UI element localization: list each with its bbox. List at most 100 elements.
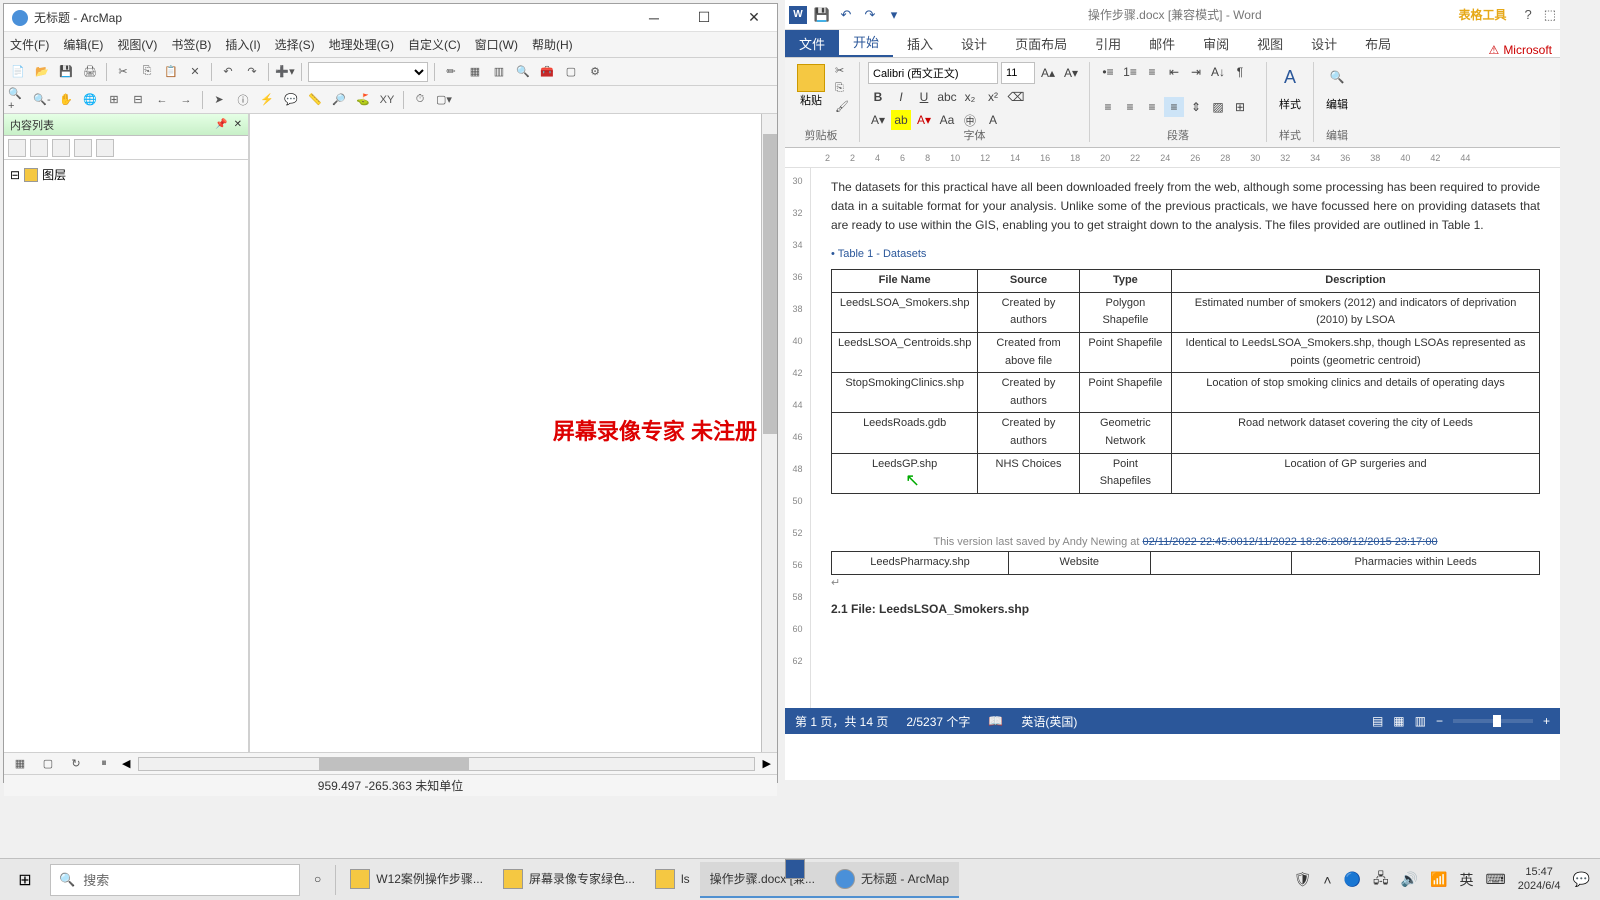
- bullets-icon[interactable]: •≡: [1098, 62, 1118, 82]
- numbering-icon[interactable]: 1≡: [1120, 62, 1140, 82]
- font-name-combo[interactable]: [868, 62, 998, 84]
- identify-icon[interactable]: ⓘ: [233, 90, 253, 110]
- maximize-button[interactable]: ☐: [689, 7, 719, 29]
- taskbar-clock[interactable]: 15:47 2024/6/4: [1518, 866, 1561, 892]
- close-button[interactable]: ✕: [739, 7, 769, 29]
- goto-xy-icon[interactable]: XY: [377, 90, 397, 110]
- qat-undo-icon[interactable]: ↶: [837, 6, 855, 24]
- select-icon[interactable]: ➤: [209, 90, 229, 110]
- taskbar-search[interactable]: 🔍 搜索: [50, 864, 300, 896]
- toc-close-icon[interactable]: ✕: [234, 119, 242, 130]
- table-row[interactable]: LeedsLSOA_Centroids.shpCreated from abov…: [832, 332, 1540, 372]
- status-page[interactable]: 第 1 页，共 14 页: [795, 713, 888, 730]
- hyperlink-icon[interactable]: ⚡: [257, 90, 277, 110]
- find-icon[interactable]: 🔎: [329, 90, 349, 110]
- tray-bluetooth-icon[interactable]: 🔵: [1344, 871, 1361, 888]
- refresh-icon[interactable]: ↻: [66, 754, 86, 774]
- expand-icon[interactable]: ⊟: [10, 168, 20, 182]
- datasets-table-2[interactable]: LeedsPharmacy.shp Website Pharmacies wit…: [831, 551, 1540, 575]
- fixed-zoom-out-icon[interactable]: ⊟: [128, 90, 148, 110]
- font-size-combo[interactable]: [1001, 62, 1035, 84]
- menu-geoprocessing[interactable]: 地理处理(G): [329, 36, 394, 53]
- document-page[interactable]: The datasets for this practical have all…: [811, 168, 1560, 708]
- paragraph-intro[interactable]: The datasets for this practical have all…: [831, 178, 1540, 236]
- map-canvas[interactable]: 屏幕录像专家 未注册: [249, 114, 777, 752]
- tray-network-icon[interactable]: 🖧: [1373, 868, 1389, 892]
- tab-mailings[interactable]: 邮件: [1135, 30, 1189, 57]
- subscript-button[interactable]: x₂: [960, 87, 980, 107]
- line-spacing-icon[interactable]: ⇕: [1186, 97, 1206, 117]
- tab-table-design[interactable]: 设计: [1297, 30, 1351, 57]
- tray-up-icon[interactable]: ˄: [1323, 872, 1331, 888]
- datasets-table[interactable]: File NameSourceTypeDescription LeedsLSOA…: [831, 269, 1540, 494]
- status-proofing-icon[interactable]: 📖: [988, 714, 1003, 728]
- table-header[interactable]: File Name: [832, 270, 978, 293]
- table-cell[interactable]: Point Shapefiles: [1079, 453, 1171, 493]
- table-header[interactable]: Description: [1172, 270, 1540, 293]
- clear-format-button[interactable]: ⌫: [1006, 87, 1026, 107]
- toc-pin-icon[interactable]: 📌: [215, 119, 227, 130]
- taskbar-task[interactable]: ls: [645, 862, 700, 898]
- taskbar-task[interactable]: W12案例操作步骤...: [340, 862, 493, 898]
- cut-icon[interactable]: ✂: [835, 64, 851, 78]
- cell-type[interactable]: [1150, 552, 1292, 575]
- minimize-button[interactable]: ─: [639, 7, 669, 29]
- zoom-out-button[interactable]: −: [1436, 714, 1443, 728]
- map-vertical-scrollbar[interactable]: [761, 114, 777, 752]
- status-word-count[interactable]: 2/5237 个字: [906, 713, 970, 730]
- tab-view[interactable]: 视图: [1243, 30, 1297, 57]
- show-marks-icon[interactable]: ¶: [1230, 62, 1250, 82]
- add-data-icon[interactable]: ➕▾: [275, 62, 295, 82]
- cell-source[interactable]: Website: [1009, 552, 1151, 575]
- table-cell[interactable]: Location of stop smoking clinics and det…: [1172, 373, 1540, 413]
- table-cell[interactable]: Polygon Shapefile: [1079, 292, 1171, 332]
- menu-insert[interactable]: 插入(I): [225, 36, 260, 53]
- menu-selection[interactable]: 选择(S): [275, 36, 315, 53]
- viewer-icon[interactable]: ▢▾: [434, 90, 454, 110]
- underline-button[interactable]: U: [914, 87, 934, 107]
- menu-customize[interactable]: 自定义(C): [408, 36, 461, 53]
- footer-timestamp-link[interactable]: 02/11/2022 22:45:0012/11/2022 18:26:208/…: [1143, 536, 1438, 548]
- taskbar-task-cortana[interactable]: ○: [304, 862, 331, 898]
- cut-icon[interactable]: ✂: [113, 62, 133, 82]
- ribbon-display-icon[interactable]: ⬚: [1544, 7, 1556, 23]
- zoom-out-icon[interactable]: 🔍-: [32, 90, 52, 110]
- table-cell[interactable]: Created by authors: [978, 373, 1079, 413]
- decrease-indent-icon[interactable]: ⇤: [1164, 62, 1184, 82]
- find-route-icon[interactable]: ⛳: [353, 90, 373, 110]
- borders-icon[interactable]: ⊞: [1230, 97, 1250, 117]
- tray-wifi-icon[interactable]: 📶: [1430, 871, 1447, 888]
- pause-icon[interactable]: ⏸: [94, 754, 114, 774]
- table-header[interactable]: Type: [1079, 270, 1171, 293]
- taskbar-task[interactable]: 操作步骤.docx [兼...: [700, 862, 825, 898]
- table-header[interactable]: Source: [978, 270, 1079, 293]
- ime-keyboard-icon[interactable]: ⌨: [1486, 871, 1506, 888]
- copy-icon[interactable]: ⎘: [835, 82, 851, 96]
- tab-references[interactable]: 引用: [1081, 30, 1135, 57]
- copy-icon[interactable]: ⎘: [137, 62, 157, 82]
- menu-windows[interactable]: 窗口(W): [475, 36, 518, 53]
- tab-design[interactable]: 设计: [947, 30, 1001, 57]
- table-cell[interactable]: LeedsLSOA_Centroids.shp: [832, 332, 978, 372]
- save-icon[interactable]: 💾: [56, 62, 76, 82]
- toc-list-by-selection-icon[interactable]: [74, 139, 92, 157]
- toc-layer-root[interactable]: ⊟ 图层: [10, 166, 242, 183]
- increase-indent-icon[interactable]: ⇥: [1186, 62, 1206, 82]
- web-layout-icon[interactable]: ▥: [1415, 714, 1426, 728]
- tray-shield-icon[interactable]: 🛡: [1294, 871, 1312, 888]
- tab-table-layout[interactable]: 布局: [1351, 30, 1405, 57]
- open-icon[interactable]: 📂: [32, 62, 52, 82]
- notifications-icon[interactable]: 💬: [1573, 871, 1590, 888]
- table-cell[interactable]: LeedsLSOA_Smokers.shp: [832, 292, 978, 332]
- qat-save-icon[interactable]: 💾: [813, 6, 831, 24]
- delete-icon[interactable]: ✕: [185, 62, 205, 82]
- grow-font-icon[interactable]: A▴: [1038, 63, 1058, 83]
- justify-icon[interactable]: ≡: [1164, 97, 1184, 117]
- table-cell[interactable]: Location of GP surgeries and: [1172, 453, 1540, 493]
- align-right-icon[interactable]: ≡: [1142, 97, 1162, 117]
- bold-button[interactable]: B: [868, 87, 888, 107]
- table-cell[interactable]: Point Shapefile: [1079, 373, 1171, 413]
- arcmap-titlebar[interactable]: 无标题 - ArcMap ─ ☐ ✕: [4, 4, 777, 32]
- toc-icon[interactable]: ▦: [465, 62, 485, 82]
- fixed-zoom-in-icon[interactable]: ⊞: [104, 90, 124, 110]
